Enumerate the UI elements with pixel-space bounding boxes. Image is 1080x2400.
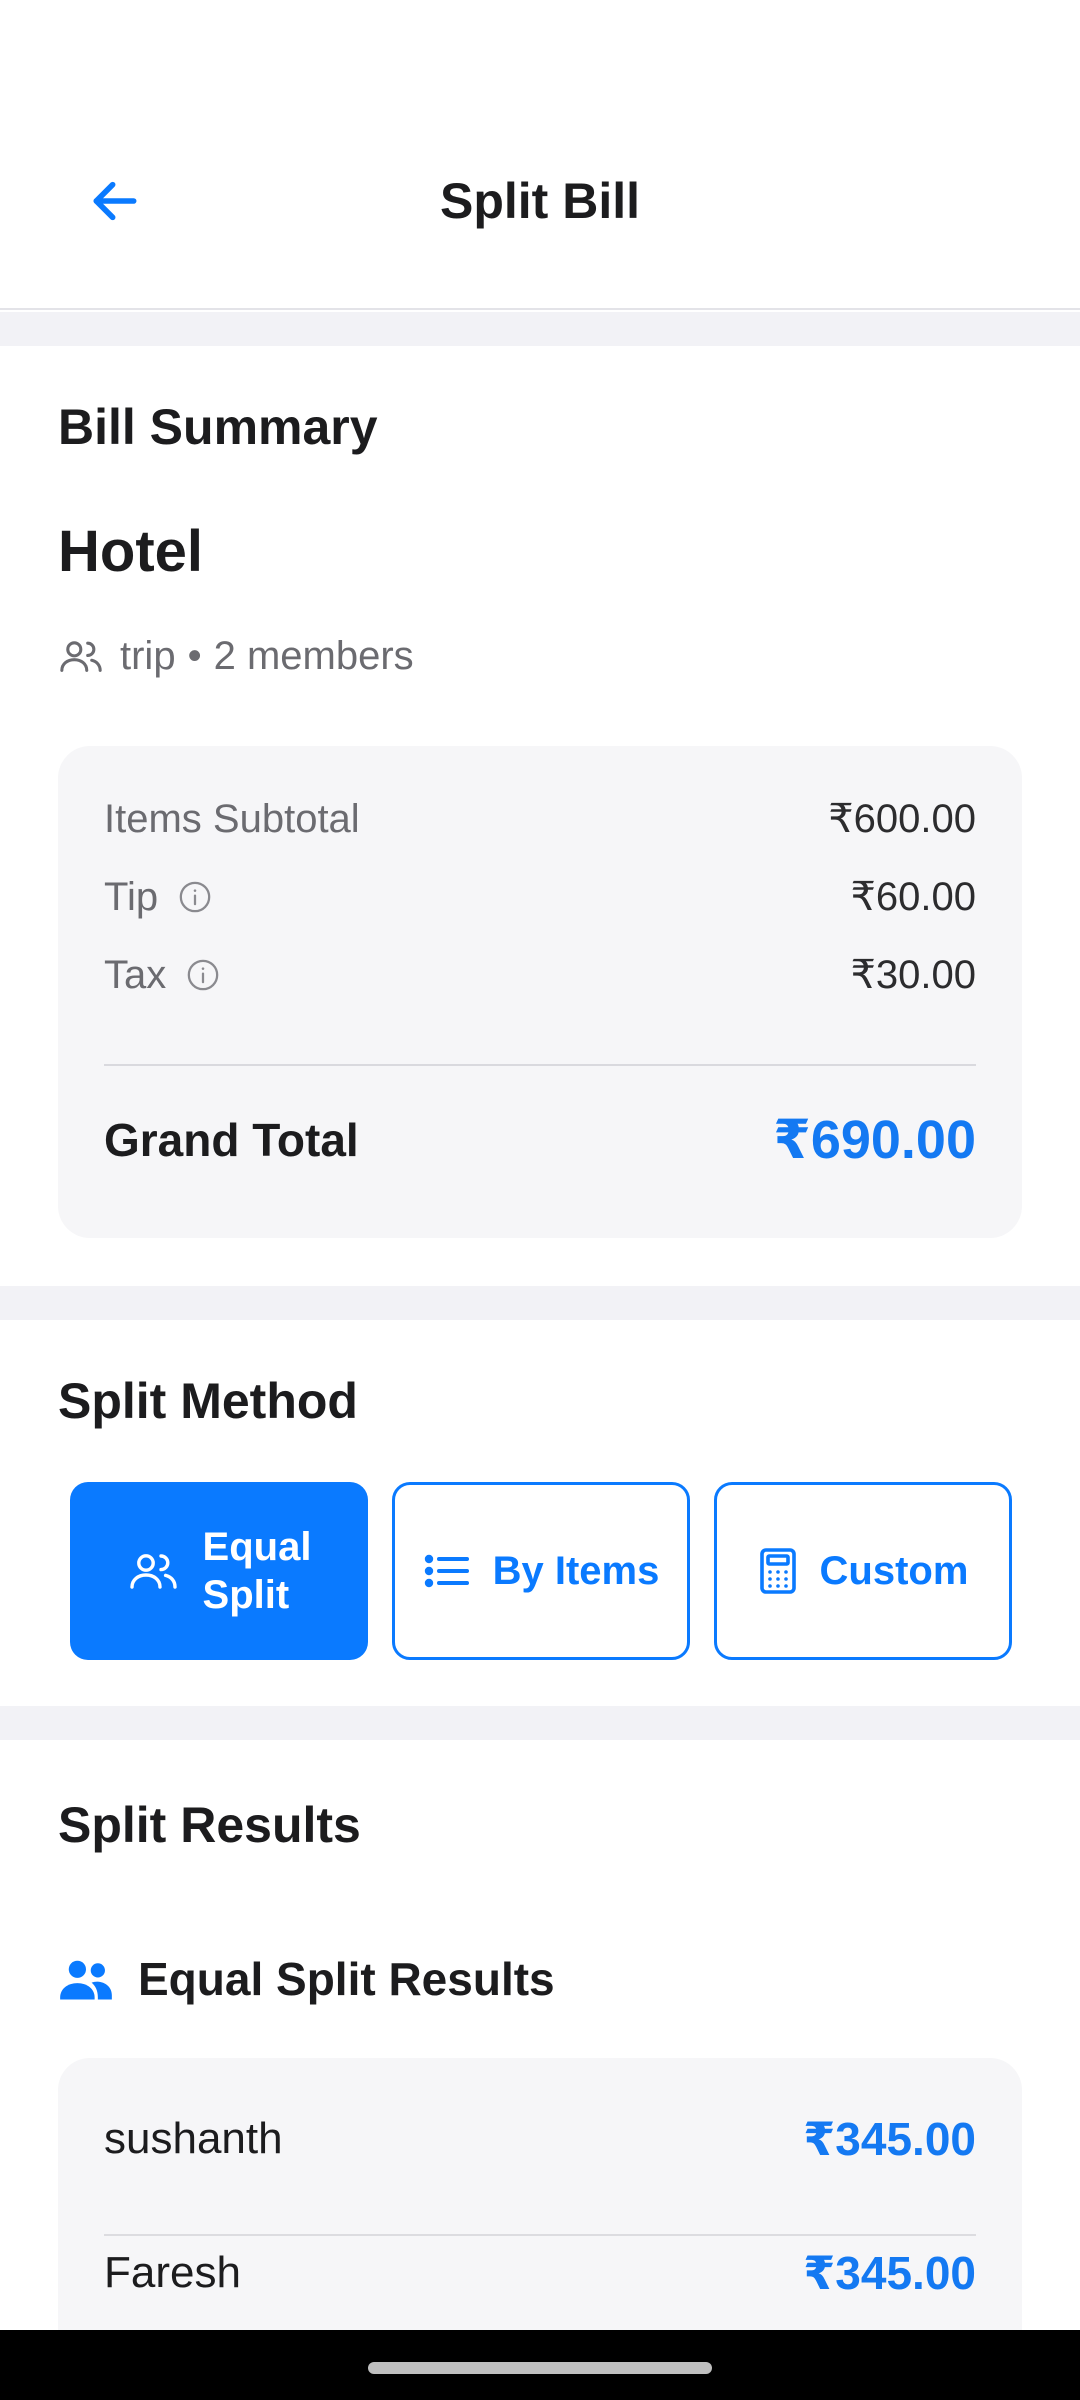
info-icon[interactable]: [186, 958, 220, 992]
info-icon[interactable]: [178, 880, 212, 914]
custom-split-button[interactable]: Custom: [714, 1482, 1012, 1660]
person-name: sushanth: [104, 2114, 283, 2163]
equal-split-label-line1: Equal: [202, 1525, 312, 1569]
person-amount: ₹345.00: [803, 2113, 976, 2165]
system-nav-bar: [0, 2330, 1080, 2400]
custom-label: Custom: [819, 1548, 969, 1593]
member-count: 2 members: [213, 634, 414, 678]
calculator-icon: [758, 1547, 798, 1595]
by-items-label: By Items: [492, 1548, 660, 1593]
section-divider: [0, 312, 1080, 346]
page-title: Split Bill: [440, 173, 640, 229]
section-divider: [0, 1286, 1080, 1320]
grand-total-row: Grand Total ₹690.00: [104, 1108, 976, 1171]
grand-total-amount: ₹690.00: [773, 1110, 976, 1170]
grand-total-label: Grand Total: [104, 1113, 359, 1166]
person-name: Faresh: [104, 2248, 241, 2297]
split-bill-screen: Split Bill Bill Summary Hotel trip • 2 m…: [0, 0, 1080, 2400]
summary-divider: [104, 1064, 976, 1066]
app-header: Split Bill: [0, 0, 1080, 310]
subtotal-row: Items Subtotal ₹600.00: [104, 796, 976, 842]
equal-split-button[interactable]: Equal Split: [70, 1482, 368, 1660]
people-filled-icon: [58, 1957, 114, 2001]
tax-label: Tax: [104, 952, 167, 997]
result-row: Faresh ₹345.00: [104, 2246, 976, 2300]
tip-amount: ₹60.00: [850, 875, 976, 919]
subtotal-amount: ₹600.00: [828, 797, 976, 841]
meta-separator: •: [187, 634, 202, 678]
by-items-button[interactable]: By Items: [392, 1482, 690, 1660]
bill-meta: trip • 2 members: [58, 634, 414, 679]
result-row: sushanth ₹345.00: [104, 2112, 976, 2166]
home-indicator[interactable]: [368, 2362, 712, 2374]
bill-name: Hotel: [58, 519, 203, 584]
split-results-title: Split Results: [58, 1797, 361, 1853]
tip-row: Tip ₹60.00: [104, 874, 976, 920]
group-name: trip: [120, 634, 176, 678]
bill-summary-card: Items Subtotal ₹600.00 Tip ₹60.00 Tax ₹3…: [58, 746, 1022, 1238]
tax-amount: ₹30.00: [850, 953, 976, 997]
person-amount: ₹345.00: [803, 2247, 976, 2299]
bill-summary-title: Bill Summary: [58, 399, 378, 455]
group-icon: [58, 637, 104, 677]
results-subtitle: Equal Split Results: [138, 1953, 555, 2005]
equal-split-label-line2: Split: [202, 1573, 290, 1617]
tip-label: Tip: [104, 874, 159, 919]
tax-row: Tax ₹30.00: [104, 952, 976, 998]
subtotal-label: Items Subtotal: [104, 796, 360, 841]
section-divider: [0, 1706, 1080, 1740]
results-subtitle-row: Equal Split Results: [58, 1952, 555, 2006]
list-icon: [423, 1551, 471, 1591]
people-icon: [127, 1549, 181, 1593]
result-divider: [104, 2234, 976, 2236]
split-method-title: Split Method: [58, 1373, 358, 1429]
